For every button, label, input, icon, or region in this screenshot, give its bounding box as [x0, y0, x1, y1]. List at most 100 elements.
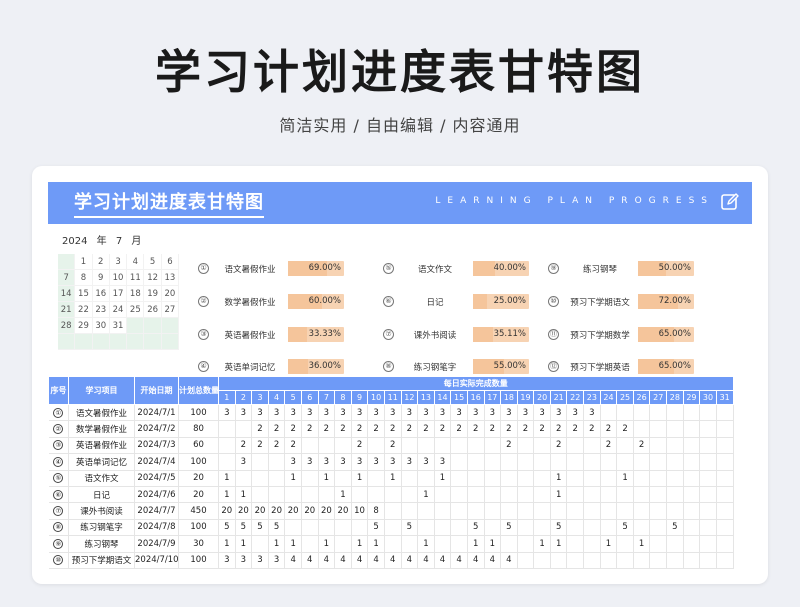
daily-value-cell[interactable]: [517, 519, 535, 537]
daily-value-cell[interactable]: [284, 519, 302, 537]
row-start-date[interactable]: 2024/7/7: [134, 502, 179, 520]
daily-value-cell[interactable]: [467, 486, 485, 504]
daily-value-cell[interactable]: 3: [533, 404, 551, 422]
daily-value-cell[interactable]: [649, 535, 668, 553]
daily-value-cell[interactable]: 1: [417, 486, 435, 504]
row-project[interactable]: 练习钢笔字: [68, 519, 135, 537]
daily-value-cell[interactable]: [666, 502, 684, 520]
daily-value-cell[interactable]: 2: [600, 420, 618, 438]
daily-value-cell[interactable]: [417, 502, 435, 520]
daily-value-cell[interactable]: [533, 453, 551, 471]
daily-value-cell[interactable]: 5: [467, 519, 485, 537]
daily-value-cell[interactable]: 20: [268, 502, 286, 520]
daily-value-cell[interactable]: [517, 502, 535, 520]
daily-value-cell[interactable]: [616, 404, 634, 422]
daily-value-cell[interactable]: [649, 519, 668, 537]
daily-value-cell[interactable]: [716, 420, 734, 438]
daily-value-cell[interactable]: 4: [351, 552, 369, 569]
row-total[interactable]: 60: [178, 437, 219, 455]
daily-value-cell[interactable]: 2: [318, 420, 336, 438]
daily-value-cell[interactable]: 3: [235, 552, 253, 569]
row-total[interactable]: 20: [178, 470, 219, 487]
daily-value-cell[interactable]: [683, 437, 701, 455]
daily-value-cell[interactable]: [517, 453, 535, 471]
daily-value-cell[interactable]: [484, 437, 502, 455]
daily-value-cell[interactable]: 3: [351, 453, 369, 471]
daily-value-cell[interactable]: [434, 535, 452, 553]
row-start-date[interactable]: 2024/7/2: [134, 420, 179, 438]
daily-value-cell[interactable]: [517, 486, 535, 504]
daily-value-cell[interactable]: 3: [268, 552, 286, 569]
daily-value-cell[interactable]: 3: [550, 404, 568, 422]
daily-value-cell[interactable]: 5: [616, 519, 634, 537]
daily-value-cell[interactable]: [450, 470, 468, 487]
daily-value-cell[interactable]: [716, 535, 734, 553]
daily-value-cell[interactable]: [235, 420, 253, 438]
row-start-date[interactable]: 2024/7/8: [134, 519, 179, 537]
daily-value-cell[interactable]: 3: [517, 404, 535, 422]
daily-value-cell[interactable]: 2: [284, 420, 302, 438]
daily-value-cell[interactable]: 2: [434, 420, 452, 438]
daily-value-cell[interactable]: [583, 453, 601, 471]
daily-value-cell[interactable]: 1: [533, 535, 551, 553]
daily-value-cell[interactable]: 5: [268, 519, 286, 537]
daily-value-cell[interactable]: 4: [367, 552, 385, 569]
daily-value-cell[interactable]: [633, 519, 651, 537]
daily-value-cell[interactable]: 3: [251, 404, 269, 422]
daily-value-cell[interactable]: [699, 437, 717, 455]
row-start-date[interactable]: 2024/7/5: [134, 470, 179, 487]
daily-value-cell[interactable]: [550, 453, 568, 471]
daily-value-cell[interactable]: [583, 437, 601, 455]
daily-value-cell[interactable]: 4: [384, 552, 402, 569]
daily-value-cell[interactable]: [600, 453, 618, 471]
daily-value-cell[interactable]: 5: [500, 519, 518, 537]
daily-value-cell[interactable]: [318, 437, 336, 455]
daily-value-cell[interactable]: [251, 470, 269, 487]
daily-value-cell[interactable]: [683, 502, 701, 520]
row-project[interactable]: 练习钢琴: [68, 535, 135, 553]
daily-value-cell[interactable]: 1: [550, 535, 568, 553]
daily-value-cell[interactable]: 4: [318, 552, 336, 569]
daily-value-cell[interactable]: [699, 420, 717, 438]
row-start-date[interactable]: 2024/7/10: [134, 552, 179, 569]
daily-value-cell[interactable]: 1: [334, 486, 352, 504]
daily-value-cell[interactable]: [301, 437, 319, 455]
daily-value-cell[interactable]: [301, 519, 319, 537]
daily-value-cell[interactable]: [666, 453, 684, 471]
daily-value-cell[interactable]: [467, 453, 485, 471]
daily-value-cell[interactable]: 1: [434, 470, 452, 487]
daily-value-cell[interactable]: 1: [616, 470, 634, 487]
daily-value-cell[interactable]: 3: [301, 404, 319, 422]
daily-value-cell[interactable]: [683, 519, 701, 537]
daily-value-cell[interactable]: [666, 470, 684, 487]
daily-value-cell[interactable]: [633, 453, 651, 471]
daily-value-cell[interactable]: [251, 453, 269, 471]
daily-value-cell[interactable]: [417, 437, 435, 455]
daily-value-cell[interactable]: [401, 437, 419, 455]
daily-value-cell[interactable]: [649, 552, 668, 569]
daily-value-cell[interactable]: [318, 519, 336, 537]
daily-value-cell[interactable]: [417, 470, 435, 487]
daily-value-cell[interactable]: [301, 486, 319, 504]
daily-value-cell[interactable]: 1: [484, 535, 502, 553]
daily-value-cell[interactable]: [284, 486, 302, 504]
row-project[interactable]: 英语单词记忆: [68, 453, 135, 471]
daily-value-cell[interactable]: [716, 437, 734, 455]
daily-value-cell[interactable]: [301, 470, 319, 487]
daily-value-cell[interactable]: [600, 519, 618, 537]
daily-value-cell[interactable]: [716, 519, 734, 537]
daily-value-cell[interactable]: 2: [550, 420, 568, 438]
daily-value-cell[interactable]: 2: [384, 437, 402, 455]
daily-value-cell[interactable]: [600, 502, 618, 520]
daily-value-cell[interactable]: [649, 470, 668, 487]
daily-value-cell[interactable]: 3: [235, 404, 253, 422]
daily-value-cell[interactable]: [616, 453, 634, 471]
row-total[interactable]: 100: [178, 519, 219, 537]
daily-value-cell[interactable]: [434, 437, 452, 455]
daily-value-cell[interactable]: [699, 502, 717, 520]
daily-value-cell[interactable]: [616, 535, 634, 553]
daily-value-cell[interactable]: 3: [401, 453, 419, 471]
daily-value-cell[interactable]: 1: [218, 470, 236, 487]
daily-value-cell[interactable]: [268, 453, 286, 471]
daily-value-cell[interactable]: [500, 453, 518, 471]
